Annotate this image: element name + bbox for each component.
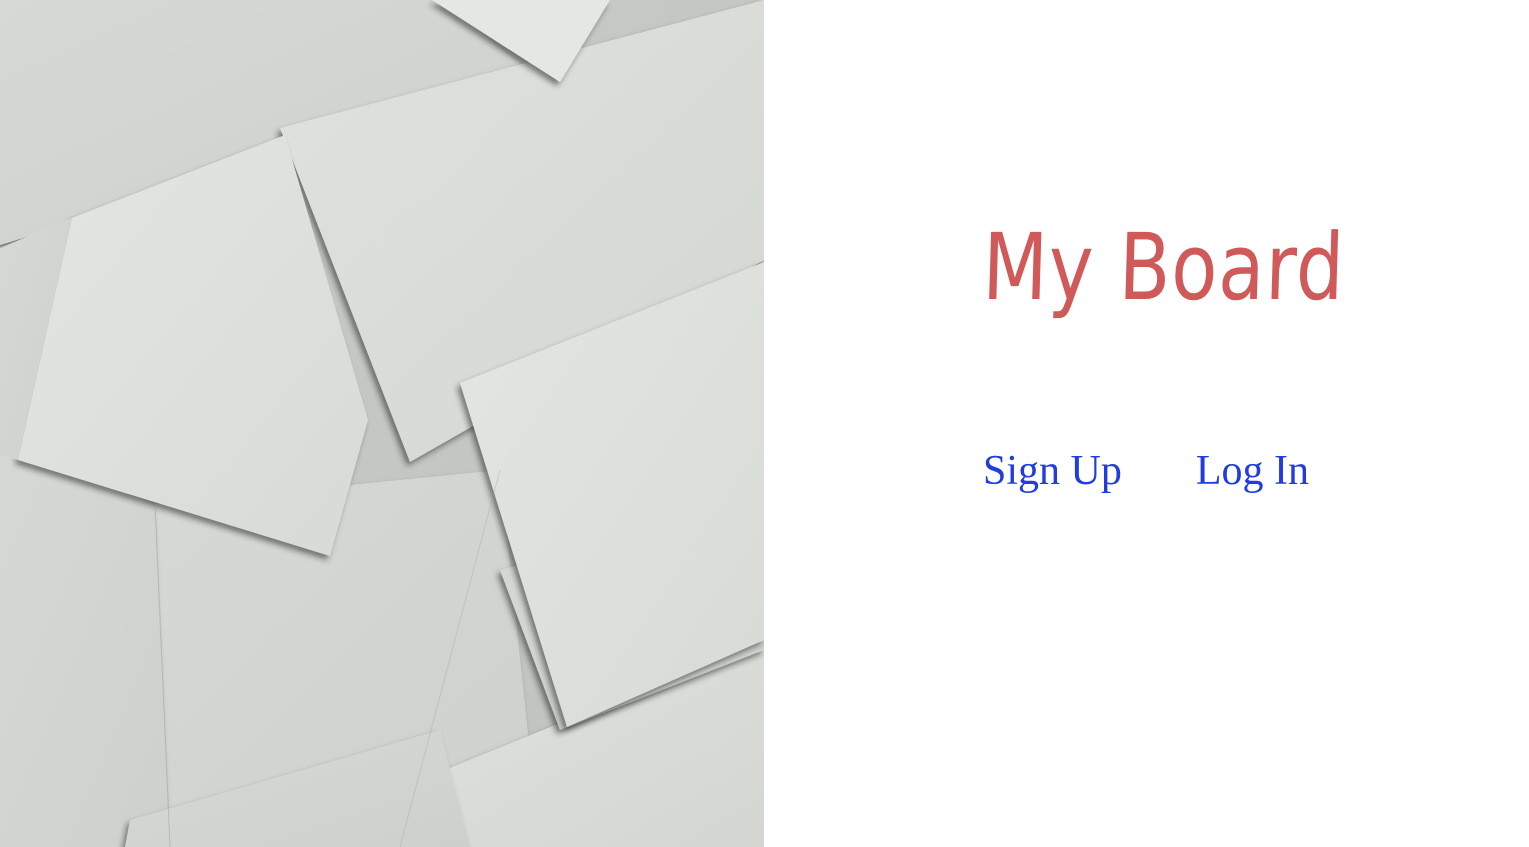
landing-page: My Board Sign Up Log In	[0, 0, 1529, 847]
sign-up-link[interactable]: Sign Up	[983, 448, 1122, 494]
scattered-paper-cards-image	[0, 0, 764, 847]
log-in-link[interactable]: Log In	[1196, 448, 1309, 494]
paper-cards-illustration	[0, 0, 764, 847]
paper-card	[0, 440, 170, 847]
auth-links: Sign Up Log In	[983, 448, 1309, 494]
auth-panel: My Board Sign Up Log In	[764, 0, 1529, 847]
brand-title: My Board	[981, 214, 1347, 321]
